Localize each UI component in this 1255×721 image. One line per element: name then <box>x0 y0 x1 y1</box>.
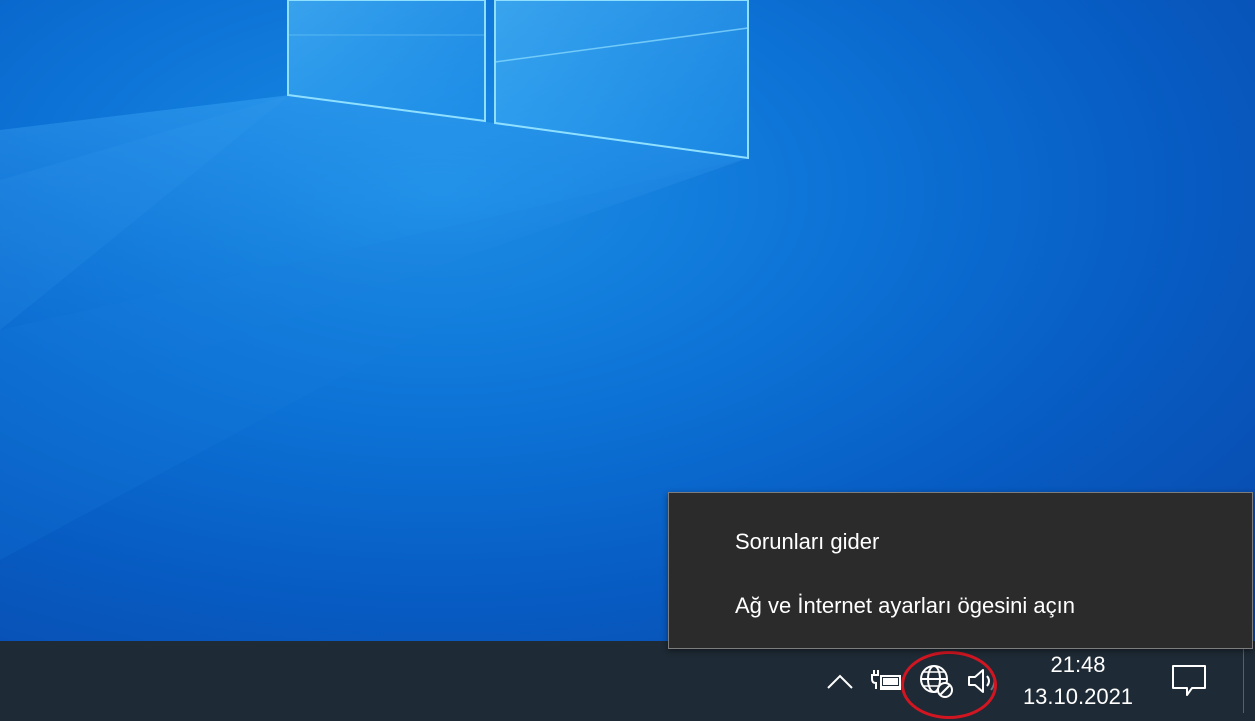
volume-button[interactable] <box>962 659 1002 703</box>
clock-time: 21:48 <box>1050 652 1106 677</box>
speech-bubble-icon <box>1172 665 1206 696</box>
taskbar: 21:48 13.10.2021 <box>0 641 1255 721</box>
action-center-button[interactable] <box>1160 657 1218 705</box>
network-button[interactable] <box>916 659 956 703</box>
clock-date: 13.10.2021 <box>1022 684 1134 709</box>
menu-item-troubleshoot[interactable]: Sorunları gider <box>669 516 1252 568</box>
power-plug-battery-icon <box>871 670 901 690</box>
power-status-button[interactable] <box>866 659 906 703</box>
show-hidden-icons-button[interactable] <box>820 659 860 703</box>
clock[interactable]: 21:48 13.10.2021 <box>1008 649 1148 713</box>
network-globe-disconnected-icon <box>920 665 953 698</box>
menu-item-open-network-settings[interactable]: Ağ ve İnternet ayarları ögesini açın <box>669 580 1252 632</box>
speaker-volume-icon <box>968 669 996 693</box>
network-context-menu: Sorunları gider Ağ ve İnternet ayarları … <box>668 492 1253 649</box>
chevron-up-icon <box>827 674 853 689</box>
show-desktop-button[interactable] <box>1243 649 1244 713</box>
